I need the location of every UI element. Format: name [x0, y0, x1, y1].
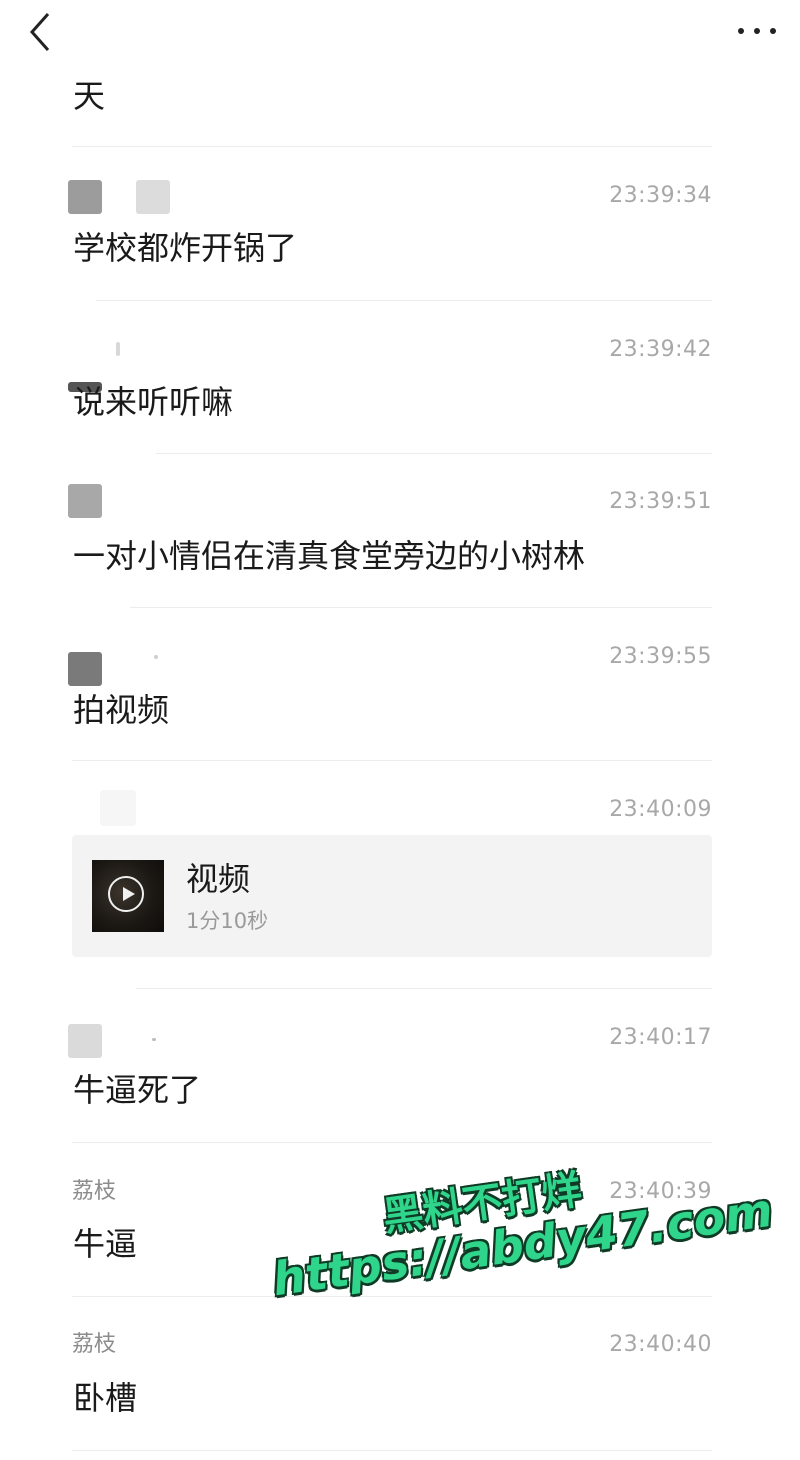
divider	[72, 1296, 712, 1297]
more-button[interactable]	[732, 12, 782, 48]
message-time: 23:40:39	[609, 1179, 712, 1204]
message-text: 说来听听嘛	[73, 383, 234, 421]
divider	[72, 760, 712, 761]
back-button[interactable]	[22, 10, 62, 54]
message-text: 拍视频	[73, 691, 170, 729]
divider	[72, 146, 712, 147]
sender-name-blurred	[116, 342, 120, 356]
divider	[72, 1450, 712, 1451]
divider	[96, 300, 712, 301]
sender-name-blurred	[152, 1038, 156, 1041]
message-time: 23:39:34	[609, 183, 712, 208]
message-text: 牛逼死了	[73, 1071, 202, 1109]
message-time: 23:40:17	[609, 1025, 712, 1050]
message-text: 天	[73, 77, 106, 115]
sender-name: 荔枝	[72, 1179, 117, 1204]
sender-name: 荔枝	[72, 1332, 117, 1357]
avatar-blurred	[68, 1024, 102, 1058]
video-duration: 1分10秒	[186, 909, 269, 933]
message-time: 23:40:09	[609, 797, 712, 822]
avatar-blurred	[68, 652, 102, 686]
message-text: 一对小情侣在清真食堂旁边的小树林	[73, 537, 586, 575]
video-message-card[interactable]: 视频 1分10秒	[72, 835, 712, 957]
divider	[72, 1142, 712, 1143]
avatar-blurred	[68, 484, 102, 518]
sender-name-blurred	[136, 180, 170, 214]
watermark: 黑料不打烊 https://abdy47.com	[262, 1136, 776, 1350]
chevron-left-icon	[29, 13, 50, 51]
message-text: 牛逼	[73, 1225, 138, 1263]
message-time: 23:39:51	[609, 489, 712, 514]
message-time: 23:39:42	[609, 337, 712, 362]
message-text: 学校都炸开锅了	[73, 229, 298, 267]
play-icon	[108, 876, 144, 912]
watermark-text: 黑料不打烊	[380, 1167, 585, 1241]
video-title: 视频	[186, 860, 251, 898]
divider	[136, 988, 712, 989]
message-time: 23:39:55	[609, 644, 712, 669]
divider	[156, 453, 712, 454]
avatar-blurred	[68, 180, 102, 214]
message-time: 23:40:40	[609, 1332, 712, 1357]
divider	[130, 607, 712, 608]
message-text: 卧槽	[73, 1379, 138, 1417]
top-bar	[0, 0, 800, 64]
avatar-blurred	[100, 790, 136, 826]
video-thumbnail	[92, 860, 164, 932]
sender-name-blurred	[154, 655, 158, 659]
